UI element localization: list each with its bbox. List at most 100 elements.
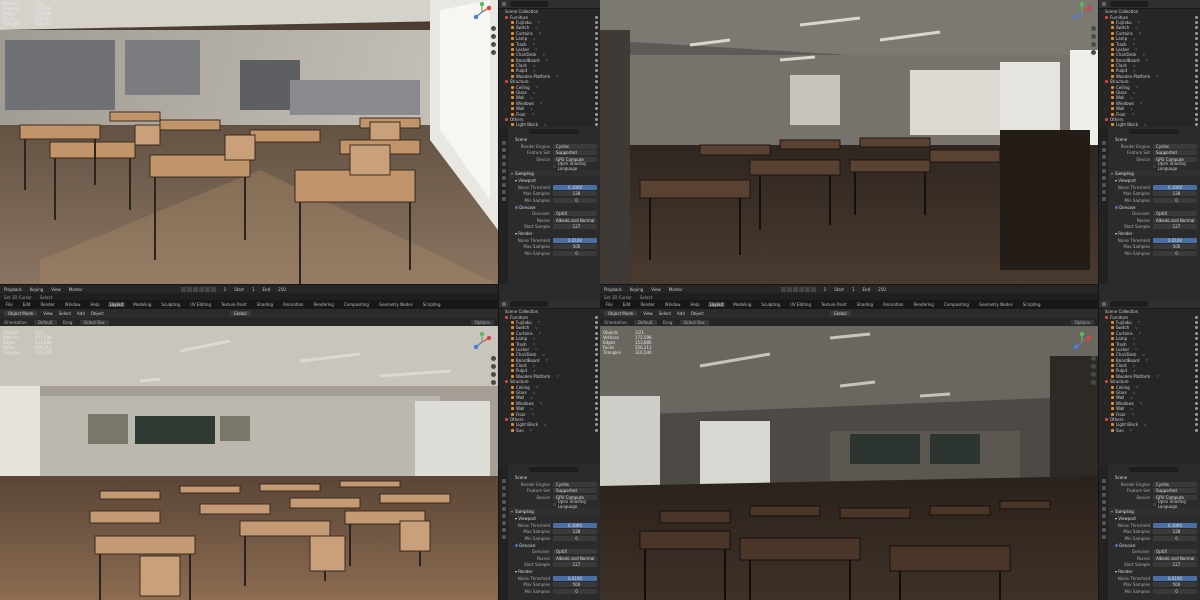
passes-dropdown[interactable]: Albedo and Normal xyxy=(553,217,597,223)
viewport-subpanel-header[interactable]: ▾ Viewport xyxy=(1109,515,1200,522)
osl-checkbox[interactable] xyxy=(553,164,556,168)
visibility-toggle-icon[interactable] xyxy=(1195,85,1198,89)
visibility-toggle-icon[interactable] xyxy=(1195,53,1198,57)
workspace-tab-layout[interactable]: Layout xyxy=(707,302,726,307)
object-menu[interactable]: Object xyxy=(91,311,104,316)
end-frame[interactable]: 250 xyxy=(278,287,286,292)
visibility-toggle-icon[interactable] xyxy=(1195,31,1198,35)
scene-tab-icon[interactable] xyxy=(501,507,506,511)
play-reverse-icon[interactable] xyxy=(192,286,198,292)
sampling-panel-header[interactable]: ▾ Sampling xyxy=(509,508,600,516)
view-layer-tab-icon[interactable] xyxy=(501,162,506,166)
osl-checkbox[interactable] xyxy=(553,502,556,506)
start-sample-field[interactable]: 127 xyxy=(553,562,597,568)
keying-menu[interactable]: Keying xyxy=(30,287,43,292)
workspace-tab-sculpting[interactable]: Sculpting xyxy=(759,302,782,307)
drag-dropdown[interactable]: Select Box xyxy=(679,319,709,325)
material-tab-icon[interactable] xyxy=(1101,197,1106,201)
menu-window[interactable]: Window xyxy=(663,302,683,307)
visibility-toggle-icon[interactable] xyxy=(1195,91,1198,95)
scene-tab-icon[interactable] xyxy=(1101,507,1106,511)
render-min-samples-field[interactable]: 0 xyxy=(553,250,597,256)
select-menu[interactable]: Select xyxy=(659,311,671,316)
render-subpanel-header[interactable]: ▾ Render xyxy=(509,230,600,237)
visibility-toggle-icon[interactable] xyxy=(1195,320,1198,324)
play-icon[interactable] xyxy=(798,286,804,292)
axis-gizmo-icon[interactable] xyxy=(472,2,492,22)
view-layer-tab-icon[interactable] xyxy=(1101,162,1106,166)
start-sample-field[interactable]: 127 xyxy=(553,224,597,230)
visibility-toggle-icon[interactable] xyxy=(595,358,598,362)
viewport-min-samples-field[interactable]: 0 xyxy=(1153,535,1197,541)
visibility-toggle-icon[interactable] xyxy=(595,337,598,341)
object-tab-icon[interactable] xyxy=(1101,521,1106,525)
denoise-subpanel-header[interactable]: Denoise xyxy=(509,542,600,549)
visibility-toggle-icon[interactable] xyxy=(1195,342,1198,346)
add-menu[interactable]: Add xyxy=(677,311,685,316)
outliner-filter-icon[interactable] xyxy=(1102,2,1106,6)
perspective-toggle-icon[interactable] xyxy=(1091,50,1096,55)
viewport-min-samples-field[interactable]: 0 xyxy=(553,535,597,541)
axis-gizmo-icon[interactable] xyxy=(1072,332,1092,352)
jump-start-icon[interactable] xyxy=(180,286,186,292)
menu-window[interactable]: Window xyxy=(63,302,83,307)
visibility-toggle-icon[interactable] xyxy=(595,364,598,368)
menu-file[interactable]: File xyxy=(604,302,615,307)
playback-menu[interactable]: Playback xyxy=(4,287,22,292)
outliner-object[interactable]: Sun ▽ xyxy=(1099,428,1200,433)
osl-checkbox-row[interactable]: Open Shading Language xyxy=(1109,499,1200,509)
viewport-max-samples-field[interactable]: 128 xyxy=(1153,529,1197,535)
tool-tab-icon[interactable] xyxy=(1101,479,1106,483)
playback-menu[interactable]: Playback xyxy=(604,287,622,292)
visibility-toggle-icon[interactable] xyxy=(1195,326,1198,330)
select-menu[interactable]: Select xyxy=(59,311,71,316)
visibility-toggle-icon[interactable] xyxy=(1195,80,1198,84)
visibility-toggle-icon[interactable] xyxy=(595,374,598,378)
world-tab-icon[interactable] xyxy=(501,176,506,180)
render-noise-threshold-field[interactable]: 0.0100 xyxy=(553,237,597,243)
denoiser-dropdown[interactable]: OptiX xyxy=(553,211,597,217)
visibility-toggle-icon[interactable] xyxy=(1195,20,1198,24)
pan-icon[interactable] xyxy=(491,364,496,369)
denoise-checkbox[interactable] xyxy=(515,205,518,209)
feature-set-dropdown[interactable]: Supported xyxy=(553,150,597,156)
workspace-tab-texture-paint[interactable]: Texture Paint xyxy=(219,302,249,307)
outliner-search-input[interactable] xyxy=(1110,1,1148,7)
render-tab-icon[interactable] xyxy=(1101,148,1106,152)
feature-set-dropdown[interactable]: Supported xyxy=(1153,150,1197,156)
denoise-subpanel-header[interactable]: Denoise xyxy=(509,204,600,211)
render-tab-icon[interactable] xyxy=(501,148,506,152)
visibility-toggle-icon[interactable] xyxy=(595,315,598,319)
visibility-toggle-icon[interactable] xyxy=(595,347,598,351)
menu-edit[interactable]: Edit xyxy=(21,302,33,307)
zoom-icon[interactable] xyxy=(1091,26,1096,31)
visibility-toggle-icon[interactable] xyxy=(595,69,598,73)
perspective-toggle-icon[interactable] xyxy=(491,50,496,55)
start-frame[interactable]: 1 xyxy=(252,287,255,292)
visibility-toggle-icon[interactable] xyxy=(1195,101,1198,105)
visibility-toggle-icon[interactable] xyxy=(1195,428,1198,432)
camera-view-icon[interactable] xyxy=(1091,42,1096,47)
mode-dropdown[interactable]: Object Mode xyxy=(604,311,638,316)
marker-menu[interactable]: Marker xyxy=(669,287,683,292)
camera-view-icon[interactable] xyxy=(491,372,496,377)
visibility-toggle-icon[interactable] xyxy=(1195,96,1198,100)
prev-key-icon[interactable] xyxy=(786,286,792,292)
denoise-subpanel-header[interactable]: Denoise xyxy=(1109,542,1200,549)
visibility-toggle-icon[interactable] xyxy=(1195,74,1198,78)
visibility-toggle-icon[interactable] xyxy=(1195,401,1198,405)
next-key-icon[interactable] xyxy=(804,286,810,292)
orientation-dropdown[interactable]: Default xyxy=(633,319,657,325)
visibility-toggle-icon[interactable] xyxy=(595,74,598,78)
output-tab-icon[interactable] xyxy=(501,155,506,159)
render-max-samples-field[interactable]: 500 xyxy=(1153,582,1197,588)
visibility-toggle-icon[interactable] xyxy=(1195,26,1198,30)
properties-search[interactable] xyxy=(509,465,600,473)
visibility-toggle-icon[interactable] xyxy=(595,418,598,421)
viewport-min-samples-field[interactable]: 0 xyxy=(1153,197,1197,203)
menu-edit[interactable]: Edit xyxy=(621,302,633,307)
feature-set-dropdown[interactable]: Supported xyxy=(553,488,597,494)
properties-search[interactable] xyxy=(1109,465,1200,473)
sampling-panel-header[interactable]: ▾ Sampling xyxy=(1109,508,1200,516)
visibility-toggle-icon[interactable] xyxy=(1195,364,1198,368)
